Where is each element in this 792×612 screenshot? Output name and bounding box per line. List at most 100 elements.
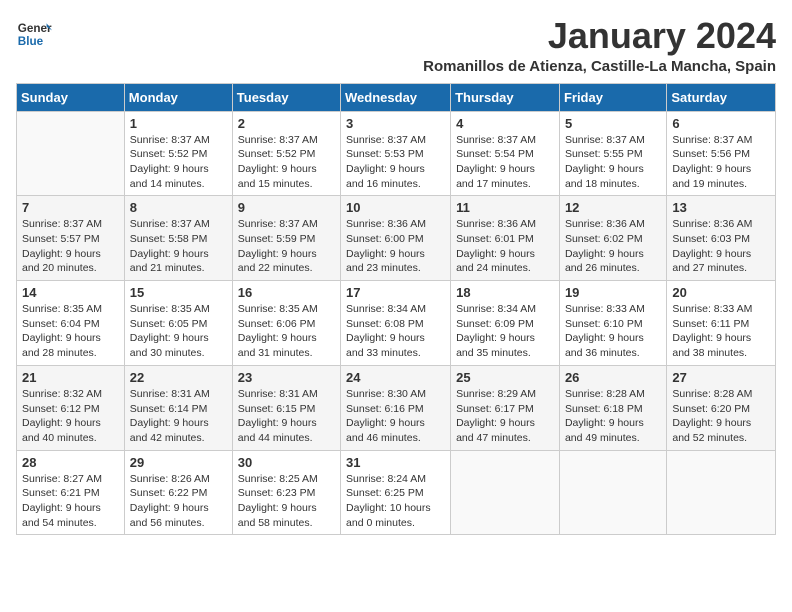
day-of-week-header: Friday xyxy=(559,83,666,111)
calendar-week-row: 14Sunrise: 8:35 AM Sunset: 6:04 PM Dayli… xyxy=(17,281,776,366)
logo: General Blue xyxy=(16,16,52,52)
day-number: 19 xyxy=(565,285,661,300)
day-number: 15 xyxy=(130,285,227,300)
calendar-cell: 8 Sunrise: 8:37 AM Sunset: 5:58 PM Daylig… xyxy=(124,196,232,281)
day-info: Sunrise: 8:29 AM Sunset: 6:17 PM Dayligh… xyxy=(456,387,554,446)
day-of-week-row: SundayMondayTuesdayWednesdayThursdayFrid… xyxy=(17,83,776,111)
day-info: Sunrise: 8:37 AM Sunset: 5:52 PM Dayligh… xyxy=(238,133,335,192)
day-info: Sunrise: 8:36 AM Sunset: 6:00 PM Dayligh… xyxy=(346,217,445,276)
day-number: 27 xyxy=(672,370,770,385)
calendar-cell: 31Sunrise: 8:24 AM Sunset: 6:25 PM Dayli… xyxy=(341,450,451,535)
calendar-cell: 15 Sunrise: 8:35 AM Sunset: 6:05 PM Dayli… xyxy=(124,281,232,366)
day-info: Sunrise: 8:36 AM Sunset: 6:02 PM Dayligh… xyxy=(565,217,661,276)
day-number: 16 xyxy=(238,285,335,300)
day-info: Sunrise: 8:33 AM Sunset: 6:10 PM Dayligh… xyxy=(565,302,661,361)
calendar-cell: 25 Sunrise: 8:29 AM Sunset: 6:17 PM Dayli… xyxy=(451,365,560,450)
day-number: 26 xyxy=(565,370,661,385)
calendar-cell: 20 Sunrise: 8:33 AM Sunset: 6:11 PM Dayli… xyxy=(667,281,776,366)
day-number: 6 xyxy=(672,116,770,131)
calendar-cell xyxy=(559,450,666,535)
day-number: 25 xyxy=(456,370,554,385)
location-subtitle: Romanillos de Atienza, Castille-La Manch… xyxy=(423,58,776,75)
day-info: Sunrise: 8:34 AM Sunset: 6:09 PM Dayligh… xyxy=(456,302,554,361)
day-number: 20 xyxy=(672,285,770,300)
day-of-week-header: Monday xyxy=(124,83,232,111)
day-info: Sunrise: 8:37 AM Sunset: 5:53 PM Dayligh… xyxy=(346,133,445,192)
calendar-cell: 6 Sunrise: 8:37 AM Sunset: 5:56 PM Daylig… xyxy=(667,111,776,196)
day-number: 18 xyxy=(456,285,554,300)
calendar-cell xyxy=(17,111,125,196)
day-info: Sunrise: 8:34 AM Sunset: 6:08 PM Dayligh… xyxy=(346,302,445,361)
calendar-cell xyxy=(667,450,776,535)
day-info: Sunrise: 8:37 AM Sunset: 5:52 PM Dayligh… xyxy=(130,133,227,192)
day-info: Sunrise: 8:27 AM Sunset: 6:21 PM Dayligh… xyxy=(22,472,119,531)
calendar-cell: 2 Sunrise: 8:37 AM Sunset: 5:52 PM Daylig… xyxy=(232,111,340,196)
day-number: 12 xyxy=(565,200,661,215)
day-info: Sunrise: 8:31 AM Sunset: 6:14 PM Dayligh… xyxy=(130,387,227,446)
calendar-cell: 19 Sunrise: 8:33 AM Sunset: 6:10 PM Dayli… xyxy=(559,281,666,366)
day-number: 28 xyxy=(22,455,119,470)
day-number: 4 xyxy=(456,116,554,131)
day-info: Sunrise: 8:24 AM Sunset: 6:25 PM Dayligh… xyxy=(346,472,445,531)
day-number: 30 xyxy=(238,455,335,470)
day-number: 9 xyxy=(238,200,335,215)
calendar-cell: 30 Sunrise: 8:25 AM Sunset: 6:23 PM Dayli… xyxy=(232,450,340,535)
calendar-cell xyxy=(451,450,560,535)
calendar-cell: 26Sunrise: 8:28 AM Sunset: 6:18 PM Dayli… xyxy=(559,365,666,450)
day-info: Sunrise: 8:30 AM Sunset: 6:16 PM Dayligh… xyxy=(346,387,445,446)
calendar-week-row: 1Sunrise: 8:37 AM Sunset: 5:52 PM Daylig… xyxy=(17,111,776,196)
calendar-week-row: 21 Sunrise: 8:32 AM Sunset: 6:12 PM Dayli… xyxy=(17,365,776,450)
calendar-cell: 5Sunrise: 8:37 AM Sunset: 5:55 PM Daylig… xyxy=(559,111,666,196)
day-number: 3 xyxy=(346,116,445,131)
day-info: Sunrise: 8:35 AM Sunset: 6:06 PM Dayligh… xyxy=(238,302,335,361)
day-info: Sunrise: 8:36 AM Sunset: 6:01 PM Dayligh… xyxy=(456,217,554,276)
day-info: Sunrise: 8:32 AM Sunset: 6:12 PM Dayligh… xyxy=(22,387,119,446)
calendar-cell: 28 Sunrise: 8:27 AM Sunset: 6:21 PM Dayli… xyxy=(17,450,125,535)
day-info: Sunrise: 8:37 AM Sunset: 5:57 PM Dayligh… xyxy=(22,217,119,276)
calendar-cell: 1Sunrise: 8:37 AM Sunset: 5:52 PM Daylig… xyxy=(124,111,232,196)
page-header: General Blue January 2024 Romanillos de … xyxy=(16,16,776,75)
calendar-week-row: 28 Sunrise: 8:27 AM Sunset: 6:21 PM Dayli… xyxy=(17,450,776,535)
calendar-cell: 16 Sunrise: 8:35 AM Sunset: 6:06 PM Dayli… xyxy=(232,281,340,366)
day-of-week-header: Sunday xyxy=(17,83,125,111)
day-info: Sunrise: 8:31 AM Sunset: 6:15 PM Dayligh… xyxy=(238,387,335,446)
calendar-cell: 18 Sunrise: 8:34 AM Sunset: 6:09 PM Dayli… xyxy=(451,281,560,366)
day-info: Sunrise: 8:37 AM Sunset: 5:58 PM Dayligh… xyxy=(130,217,227,276)
day-number: 17 xyxy=(346,285,445,300)
day-number: 2 xyxy=(238,116,335,131)
calendar-cell: 10 Sunrise: 8:36 AM Sunset: 6:00 PM Dayli… xyxy=(341,196,451,281)
day-of-week-header: Wednesday xyxy=(341,83,451,111)
day-number: 21 xyxy=(22,370,119,385)
calendar-cell: 9Sunrise: 8:37 AM Sunset: 5:59 PM Daylig… xyxy=(232,196,340,281)
day-info: Sunrise: 8:37 AM Sunset: 5:54 PM Dayligh… xyxy=(456,133,554,192)
calendar-cell: 7 Sunrise: 8:37 AM Sunset: 5:57 PM Daylig… xyxy=(17,196,125,281)
day-number: 23 xyxy=(238,370,335,385)
day-number: 10 xyxy=(346,200,445,215)
calendar-cell: 29Sunrise: 8:26 AM Sunset: 6:22 PM Dayli… xyxy=(124,450,232,535)
calendar-table: SundayMondayTuesdayWednesdayThursdayFrid… xyxy=(16,83,776,536)
title-block: January 2024 Romanillos de Atienza, Cast… xyxy=(423,16,776,75)
day-info: Sunrise: 8:33 AM Sunset: 6:11 PM Dayligh… xyxy=(672,302,770,361)
calendar-cell: 21 Sunrise: 8:32 AM Sunset: 6:12 PM Dayli… xyxy=(17,365,125,450)
day-info: Sunrise: 8:28 AM Sunset: 6:20 PM Dayligh… xyxy=(672,387,770,446)
calendar-cell: 22 Sunrise: 8:31 AM Sunset: 6:14 PM Dayli… xyxy=(124,365,232,450)
day-number: 14 xyxy=(22,285,119,300)
calendar-cell: 27 Sunrise: 8:28 AM Sunset: 6:20 PM Dayli… xyxy=(667,365,776,450)
day-number: 13 xyxy=(672,200,770,215)
calendar-body: 1Sunrise: 8:37 AM Sunset: 5:52 PM Daylig… xyxy=(17,111,776,535)
day-info: Sunrise: 8:37 AM Sunset: 5:56 PM Dayligh… xyxy=(672,133,770,192)
logo-icon: General Blue xyxy=(16,16,52,52)
day-info: Sunrise: 8:25 AM Sunset: 6:23 PM Dayligh… xyxy=(238,472,335,531)
svg-text:Blue: Blue xyxy=(18,35,44,48)
day-number: 11 xyxy=(456,200,554,215)
calendar-cell: 4 Sunrise: 8:37 AM Sunset: 5:54 PM Daylig… xyxy=(451,111,560,196)
calendar-cell: 13 Sunrise: 8:36 AM Sunset: 6:03 PM Dayli… xyxy=(667,196,776,281)
day-info: Sunrise: 8:36 AM Sunset: 6:03 PM Dayligh… xyxy=(672,217,770,276)
calendar-cell: 14Sunrise: 8:35 AM Sunset: 6:04 PM Dayli… xyxy=(17,281,125,366)
calendar-cell: 12 Sunrise: 8:36 AM Sunset: 6:02 PM Dayli… xyxy=(559,196,666,281)
day-info: Sunrise: 8:35 AM Sunset: 6:05 PM Dayligh… xyxy=(130,302,227,361)
day-number: 7 xyxy=(22,200,119,215)
day-info: Sunrise: 8:37 AM Sunset: 5:55 PM Dayligh… xyxy=(565,133,661,192)
day-number: 8 xyxy=(130,200,227,215)
day-number: 22 xyxy=(130,370,227,385)
